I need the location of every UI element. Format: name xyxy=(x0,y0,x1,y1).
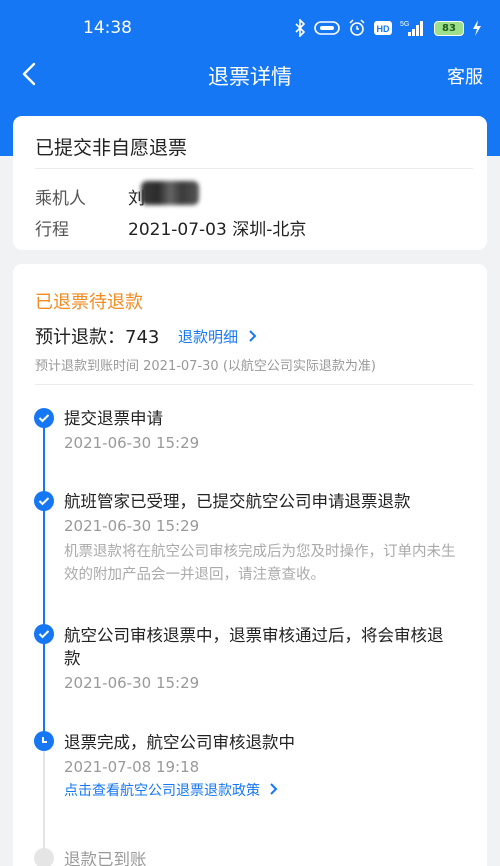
hd-call-icon xyxy=(314,20,340,36)
bluetooth-icon xyxy=(294,19,306,37)
timeline-step-title: 航班管家已受理，已提交航空公司申请退票退款 xyxy=(64,492,411,511)
divider xyxy=(35,168,473,169)
itinerary-label: 行程 xyxy=(35,220,69,240)
passenger-label: 乘机人 xyxy=(35,189,86,209)
timeline-step-time: 2021-06-30 15:29 xyxy=(64,517,200,535)
status-bar: 14:38 HD 5G 83 xyxy=(0,0,500,52)
chevron-right-icon xyxy=(270,783,278,795)
refund-status: 已退票待退款 xyxy=(35,292,143,313)
status-time: 14:38 xyxy=(83,18,132,38)
timeline-step-time: 2021-07-08 19:18 xyxy=(64,758,200,776)
refund-progress-card: 已退票待退款 预计退款：743 退款明细 预计退款到账时间 2021-07-30… xyxy=(13,264,487,866)
svg-text:HD: HD xyxy=(377,24,390,34)
refund-summary-card: 已提交非自愿退票 乘机人 刘 行程 2021-07-03 深圳-北京 xyxy=(13,116,487,250)
refund-policy-link[interactable]: 点击查看航空公司退票退款政策 xyxy=(64,780,278,800)
hd-icon: HD xyxy=(374,21,392,35)
page-title: 退票详情 xyxy=(208,65,292,89)
nav-bar: 退票详情 客服 xyxy=(0,52,500,98)
battery-level: 83 xyxy=(442,22,456,34)
step-done-check-icon xyxy=(34,624,54,644)
refund-policy-label: 点击查看航空公司退票退款政策 xyxy=(64,783,260,799)
step-current-clock-icon xyxy=(34,731,54,751)
timeline-step-title: 退票完成，航空公司审核退款中 xyxy=(64,733,295,752)
chevron-right-icon xyxy=(249,330,257,342)
redacted-name-blur xyxy=(141,181,199,205)
step-done-check-icon xyxy=(34,408,54,428)
timeline-step-time: 2021-06-30 15:29 xyxy=(64,674,200,692)
timeline-step-note: 机票退款将在航空公司审核完成后为您及时操作，订单内未生效的附加产品会一并退回，请… xyxy=(64,544,456,583)
step-done-check-icon xyxy=(34,491,54,511)
refund-detail-link[interactable]: 退款明细 xyxy=(178,326,257,347)
signal-5g-icon: 5G xyxy=(400,19,426,37)
timeline-step-title: 退款已到账 xyxy=(64,850,147,866)
svg-text:5G: 5G xyxy=(400,21,409,28)
step-pending-icon xyxy=(34,848,54,866)
itinerary-value: 2021-07-03 深圳-北京 xyxy=(128,220,307,240)
customer-service-button[interactable]: 客服 xyxy=(447,63,483,89)
refund-detail-label: 退款明细 xyxy=(178,328,239,346)
timeline-step-title: 航空公司审核退票中，退票审核通过后，将会审核退款 xyxy=(64,626,444,668)
battery-icon: 83 xyxy=(434,20,464,36)
charging-icon xyxy=(472,20,482,36)
divider xyxy=(35,384,473,385)
timeline-step-time: 2021-06-30 15:29 xyxy=(64,434,200,452)
refund-eta: 预计退款到账时间 2021-07-30 (以航空公司实际退款为准) xyxy=(35,359,376,374)
alarm-icon xyxy=(348,19,366,37)
refund-type-title: 已提交非自愿退票 xyxy=(35,137,188,159)
status-icons: HD 5G 83 xyxy=(294,18,482,38)
timeline-step-title: 提交退票申请 xyxy=(64,409,163,428)
estimated-refund-amount: 预计退款：743 xyxy=(35,327,160,348)
